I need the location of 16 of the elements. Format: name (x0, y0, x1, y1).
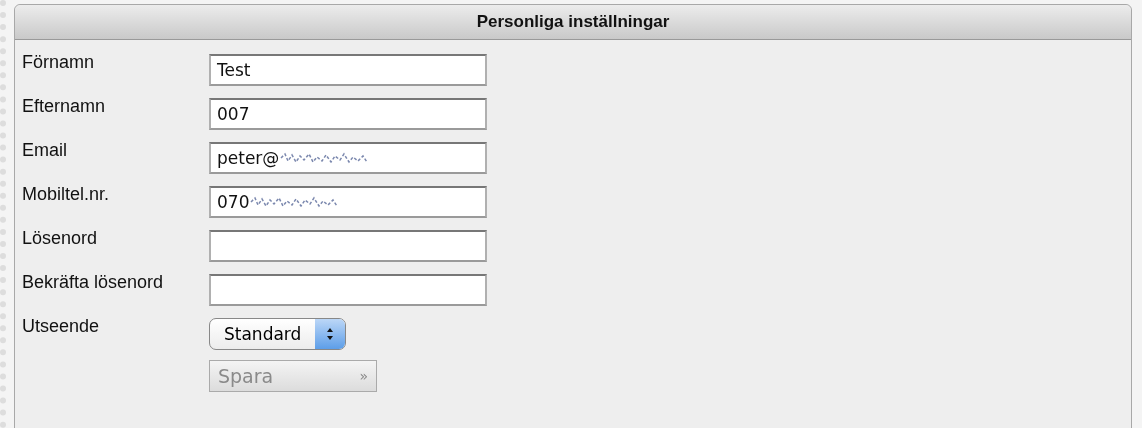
appearance-select[interactable]: Standard (209, 318, 347, 350)
field-label: Efternamn (22, 96, 107, 116)
input-field[interactable] (209, 274, 487, 306)
field-label: Bekräfta lösenord (22, 272, 165, 292)
field-label: Utseende (22, 316, 101, 336)
input-field[interactable]: peter@ (209, 142, 487, 174)
input-field[interactable]: 007 (209, 98, 487, 130)
field-label: Mobiltel.nr. (22, 184, 111, 204)
field-label: Email (22, 140, 68, 160)
panel-title: Personliga inställningar (476, 12, 670, 32)
updown-arrow-icon (326, 327, 335, 341)
input-field[interactable]: 070 (209, 186, 487, 218)
input-field[interactable] (209, 230, 487, 262)
field-label: Förnamn (22, 52, 96, 72)
input-field[interactable]: Test (209, 54, 487, 86)
field-label: Lösenord (22, 228, 99, 248)
